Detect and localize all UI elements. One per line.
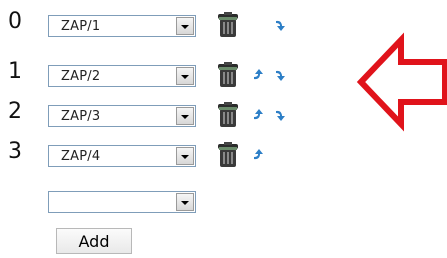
arrow-up-icon[interactable]	[252, 68, 266, 82]
list-row-1: 1 ZAP/2	[0, 58, 320, 92]
dropdown-button[interactable]	[176, 147, 194, 165]
select-value: ZAP/4	[61, 149, 101, 164]
arrow-down-icon[interactable]	[274, 18, 288, 32]
trash-icon[interactable]	[214, 11, 242, 39]
zap-select[interactable]: ZAP/3	[48, 105, 196, 127]
arrow-up-icon[interactable]	[252, 148, 266, 162]
row-index: 3	[8, 139, 22, 164]
select-value: ZAP/2	[61, 69, 101, 84]
trash-icon[interactable]	[214, 61, 242, 89]
dropdown-button[interactable]	[176, 107, 194, 125]
list-row-3: 3 ZAP/4	[0, 138, 320, 172]
trash-icon[interactable]	[214, 141, 242, 169]
select-value: ZAP/1	[61, 19, 101, 34]
add-button[interactable]: Add	[56, 228, 132, 254]
chevron-down-icon	[181, 75, 189, 79]
zap-select[interactable]: ZAP/2	[48, 65, 196, 87]
dropdown-button[interactable]	[176, 193, 194, 211]
zap-select[interactable]: ZAP/1	[48, 15, 196, 37]
row-index: 1	[8, 59, 22, 84]
left-arrow-icon	[356, 32, 447, 132]
chevron-down-icon	[181, 155, 189, 159]
dropdown-button[interactable]	[176, 67, 194, 85]
list-row-2: 2 ZAP/3	[0, 98, 320, 132]
arrow-down-icon[interactable]	[274, 68, 288, 82]
arrow-up-icon[interactable]	[252, 108, 266, 122]
arrow-down-icon[interactable]	[274, 108, 288, 122]
new-zap-select[interactable]	[48, 191, 196, 213]
trash-icon[interactable]	[214, 101, 242, 129]
dropdown-button[interactable]	[176, 17, 194, 35]
chevron-down-icon	[181, 201, 189, 205]
select-value: ZAP/3	[61, 109, 101, 124]
row-index: 2	[8, 99, 22, 124]
zap-select[interactable]: ZAP/4	[48, 145, 196, 167]
row-index: 0	[8, 9, 22, 34]
chevron-down-icon	[181, 25, 189, 29]
chevron-down-icon	[181, 115, 189, 119]
list-row-0: 0 ZAP/1	[0, 8, 320, 42]
